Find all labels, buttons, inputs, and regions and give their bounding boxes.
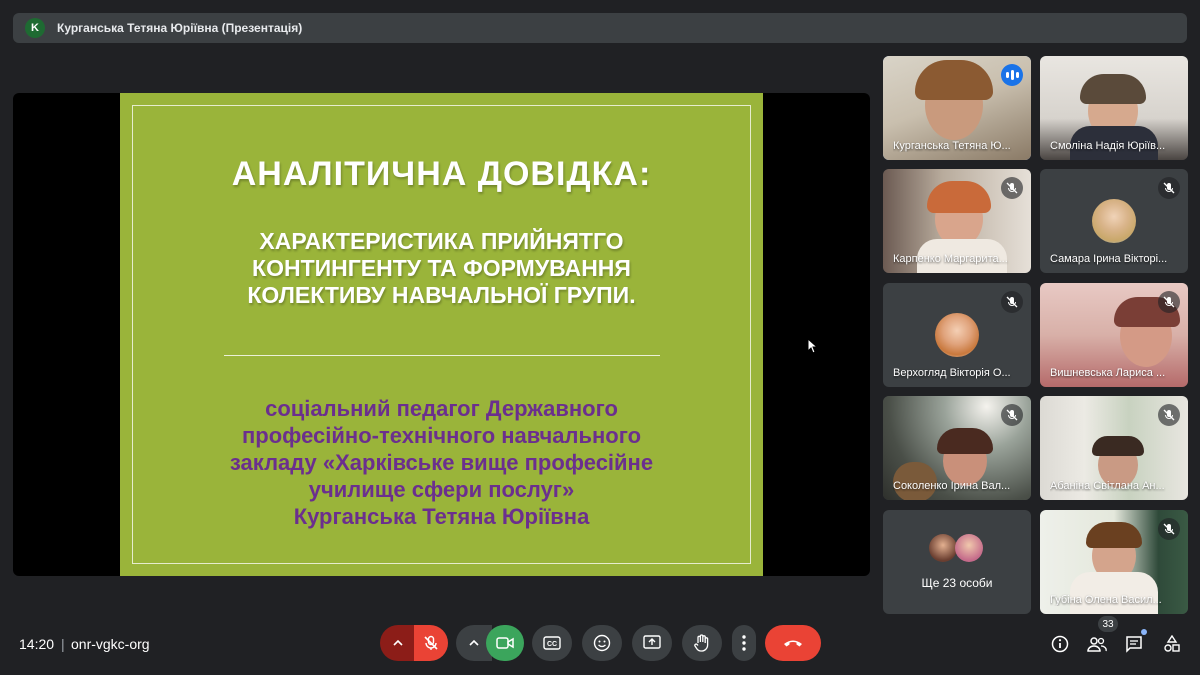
participant-name: Верхогляд Вікторія О... [893,367,1011,379]
avatar [1092,199,1136,243]
participant-name: Губіна Олена Васил... [1050,594,1162,606]
control-bar: 14:20 | onr-vgkc-org CC [0,620,1200,668]
clock: 14:20 [19,636,55,652]
separator: | [61,636,65,652]
captions-button[interactable]: CC [532,625,572,661]
chevron-up-icon [393,639,403,646]
slide-author-line: закладу «Харківське вище професійне [229,450,654,475]
participant-name: Соколенко Ірина Вал... [893,480,1011,492]
camera-toggle-button[interactable] [486,625,524,661]
slide-subtitle-line: КОЛЕКТИВУ НАВЧАЛЬНОЇ ГРУПИ. [247,282,636,308]
avatar [955,534,983,562]
slide-subtitle-line: ХАРАКТЕРИСТИКА ПРИЙНЯТГО [259,228,624,254]
emoji-button[interactable] [582,625,622,661]
more-vert-icon [742,635,746,651]
closed-caption-icon: CC [543,636,561,650]
presentation-title: Курганська Тетяна Юріївна (Презентація) [57,21,303,35]
mic-off-icon [1158,291,1180,313]
slide-author: соціальний педагог Державного професійно… [150,395,733,530]
slide-author-line: професійно-технічного навчального [241,423,642,448]
mic-off-icon [1158,404,1180,426]
slide-subtitle: ХАРАКТЕРИСТИКА ПРИЙНЯТГО КОНТИНГЕНТУ ТА … [190,228,693,309]
videocam-icon [496,637,514,649]
participant-tile[interactable]: Самара Ірина Вікторі... [1040,169,1188,273]
chevron-up-icon [469,639,479,646]
avatar [935,313,979,357]
mic-toggle-button[interactable] [414,625,448,661]
participant-name: Самара Ірина Вікторі... [1050,253,1168,265]
slide-title: АНАЛІТИЧНА ДОВІДКА: [231,155,652,193]
speaking-indicator-icon [1001,64,1023,86]
participant-tile[interactable]: Карпенко Маргарита... [883,169,1031,273]
participants-count-badge: 33 [1098,616,1118,632]
emoji-icon [593,634,611,652]
people-button[interactable] [1081,628,1113,660]
chat-notification-dot [1141,629,1147,635]
mic-off-icon [1001,291,1023,313]
chat-icon [1126,636,1142,653]
more-participants-tile[interactable]: Ще 23 особи [883,510,1031,614]
participant-name: Вишневська Лариса ... [1050,367,1166,379]
svg-text:CC: CC [547,641,557,648]
activities-button[interactable] [1156,628,1188,660]
mic-off-icon [1158,518,1180,540]
raise-hand-button[interactable] [682,625,722,661]
slide-subtitle-line: КОНТИНГЕНТУ ТА ФОРМУВАННЯ [252,255,631,281]
leave-call-button[interactable] [765,625,821,661]
more-participants-label: Ще 23 особи [921,576,993,590]
avatar [929,534,957,562]
participant-name: Курганська Тетяна Ю... [893,140,1011,152]
slide-author-line: соціальний педагог Державного [265,396,618,421]
people-icon [1087,637,1107,652]
mouse-cursor-icon [807,338,819,354]
slide-divider [224,355,660,356]
participant-tile[interactable]: Верхогляд Вікторія О... [883,283,1031,387]
mic-off-icon [424,635,438,650]
presentation-stage: АНАЛІТИЧНА ДОВІДКА: ХАРАКТЕРИСТИКА ПРИЙН… [13,93,870,576]
participant-name: Смоліна Надія Юріїв... [1050,140,1166,152]
slide: АНАЛІТИЧНА ДОВІДКА: ХАРАКТЕРИСТИКА ПРИЙН… [120,93,763,576]
participant-tile[interactable]: Смоліна Надія Юріїв... [1040,56,1188,160]
participant-tile[interactable]: Курганська Тетяна Ю... [883,56,1031,160]
slide-author-line: Курганська Тетяна Юріївна [293,504,590,529]
more-options-button[interactable] [732,625,756,661]
participant-tile[interactable]: Абаніна Світлана Ан... [1040,396,1188,500]
shapes-icon [1164,635,1180,652]
meeting-code: onr-vgkc-org [71,636,150,652]
presentation-header: K Курганська Тетяна Юріївна (Презентація… [13,13,1187,43]
slide-author-line: училище сфери послуг» [308,477,575,502]
mic-off-icon [1001,404,1023,426]
present-screen-icon [643,635,661,649]
participant-name: Карпенко Маргарита... [893,253,1008,265]
participant-name: Абаніна Світлана Ан... [1050,480,1165,492]
call-end-icon [784,640,802,647]
hand-icon [694,634,709,652]
mic-off-icon [1158,177,1180,199]
mic-options-button[interactable] [380,625,416,661]
present-button[interactable] [632,625,672,661]
meeting-info-button[interactable] [1044,628,1076,660]
info-icon [1051,635,1069,653]
mic-off-icon [1001,177,1023,199]
participant-tile[interactable]: Губіна Олена Васил... [1040,510,1188,614]
presenter-avatar: K [25,18,45,38]
participant-tile[interactable]: Соколенко Ірина Вал... [883,396,1031,500]
participant-tile[interactable]: Вишневська Лариса ... [1040,283,1188,387]
